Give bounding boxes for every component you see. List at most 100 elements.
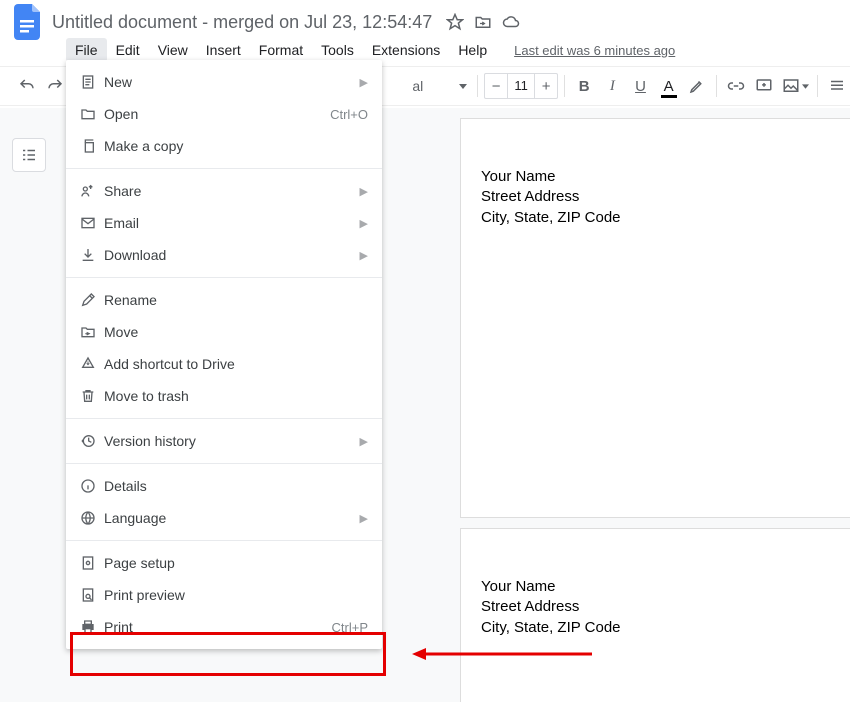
highlight-color-button[interactable] (684, 72, 710, 100)
menu-view[interactable]: View (149, 38, 197, 62)
add-comment-button[interactable] (751, 72, 777, 100)
info-icon (80, 478, 104, 494)
menu-item-shortcut: Ctrl+O (330, 107, 368, 122)
star-icon[interactable] (446, 13, 464, 31)
menu-item-language[interactable]: Language ▶ (66, 502, 382, 534)
menu-format[interactable]: Format (250, 38, 312, 62)
menu-item-label: Make a copy (104, 138, 368, 154)
bold-button[interactable]: B (571, 72, 597, 100)
drive-shortcut-icon (80, 356, 104, 372)
menu-item-label: Print (104, 619, 332, 635)
doc-line: Street Address (481, 187, 850, 207)
paragraph-style-dropdown[interactable]: al (404, 73, 471, 99)
doc-line: Your Name (481, 167, 850, 187)
menu-item-rename[interactable]: Rename (66, 284, 382, 316)
menu-separator (66, 540, 382, 541)
menu-item-share[interactable]: Share ▶ (66, 175, 382, 207)
print-icon (80, 619, 104, 635)
paragraph-style-label: al (412, 78, 423, 94)
menu-item-print[interactable]: Print Ctrl+P (66, 611, 382, 643)
cloud-status-icon[interactable] (502, 13, 520, 31)
menu-item-page-setup[interactable]: Page setup (66, 547, 382, 579)
menu-item-new[interactable]: New ▶ (66, 66, 382, 98)
document-title[interactable]: Untitled document - merged on Jul 23, 12… (52, 12, 432, 33)
menu-item-label: Email (104, 215, 360, 231)
font-size-decrease-button[interactable]: − (485, 78, 507, 95)
align-button[interactable] (824, 72, 850, 100)
menu-item-label: Open (104, 106, 330, 122)
file-dropdown-menu: New ▶ Open Ctrl+O Make a copy Share ▶ Em… (66, 60, 382, 649)
text-color-button[interactable]: A (656, 72, 682, 100)
menu-item-label: Details (104, 478, 368, 494)
menu-extensions[interactable]: Extensions (363, 38, 449, 62)
docs-logo-icon[interactable] (8, 2, 48, 42)
trash-icon (80, 388, 104, 404)
submenu-arrow-icon: ▶ (360, 217, 368, 230)
menu-item-label: Add shortcut to Drive (104, 356, 368, 372)
submenu-arrow-icon: ▶ (360, 512, 368, 525)
menu-item-label: Download (104, 247, 360, 263)
menu-item-add-shortcut[interactable]: Add shortcut to Drive (66, 348, 382, 380)
doc-line: City, State, ZIP Code (481, 208, 850, 228)
menu-item-label: Language (104, 510, 360, 526)
insert-image-button[interactable] (779, 72, 811, 100)
menu-item-download[interactable]: Download ▶ (66, 239, 382, 271)
menu-item-print-preview[interactable]: Print preview (66, 579, 382, 611)
toolbar-separator (817, 75, 818, 97)
undo-button[interactable] (14, 72, 40, 100)
share-icon (80, 183, 104, 199)
menu-item-open[interactable]: Open Ctrl+O (66, 98, 382, 130)
menu-item-version-history[interactable]: Version history ▶ (66, 425, 382, 457)
menu-separator (66, 463, 382, 464)
menu-separator (66, 168, 382, 169)
globe-icon (80, 510, 104, 526)
last-edit-link[interactable]: Last edit was 6 minutes ago (514, 43, 675, 58)
menu-insert[interactable]: Insert (197, 38, 250, 62)
menu-item-label: Move (104, 324, 368, 340)
toolbar-separator (564, 75, 565, 97)
email-icon (80, 215, 104, 231)
doc-line: Street Address (481, 597, 850, 617)
rename-icon (80, 292, 104, 308)
menu-item-label: New (104, 74, 360, 90)
new-document-icon (80, 74, 104, 90)
menu-item-details[interactable]: Details (66, 470, 382, 502)
move-folder-icon[interactable] (474, 13, 492, 31)
redo-button[interactable] (42, 72, 68, 100)
menu-item-label: Share (104, 183, 360, 199)
font-size-control: − 11 + (484, 73, 558, 99)
move-icon (80, 324, 104, 340)
menu-help[interactable]: Help (449, 38, 496, 62)
toolbar-separator (477, 75, 478, 97)
download-icon (80, 247, 104, 263)
submenu-arrow-icon: ▶ (360, 249, 368, 262)
submenu-arrow-icon: ▶ (360, 76, 368, 89)
menu-tools[interactable]: Tools (312, 38, 363, 62)
document-page[interactable]: Your Name Street Address City, State, ZI… (460, 528, 850, 702)
menu-item-label: Move to trash (104, 388, 368, 404)
document-page[interactable]: Your Name Street Address City, State, ZI… (460, 118, 850, 518)
italic-button[interactable]: I (599, 72, 625, 100)
menu-file[interactable]: File (66, 38, 107, 62)
menu-item-move[interactable]: Move (66, 316, 382, 348)
font-size-value[interactable]: 11 (507, 74, 535, 98)
history-icon (80, 433, 104, 449)
copy-icon (80, 138, 104, 154)
menu-item-email[interactable]: Email ▶ (66, 207, 382, 239)
underline-button[interactable]: U (627, 72, 653, 100)
doc-line: City, State, ZIP Code (481, 618, 850, 638)
print-preview-icon (80, 587, 104, 603)
submenu-arrow-icon: ▶ (360, 435, 368, 448)
menu-edit[interactable]: Edit (107, 38, 149, 62)
menu-item-move-trash[interactable]: Move to trash (66, 380, 382, 412)
page-setup-icon (80, 555, 104, 571)
menu-item-shortcut: Ctrl+P (332, 620, 368, 635)
font-size-increase-button[interactable]: + (535, 78, 557, 95)
menu-item-label: Rename (104, 292, 368, 308)
toolbar-separator (716, 75, 717, 97)
outline-toggle-button[interactable] (12, 138, 46, 172)
menu-item-make-copy[interactable]: Make a copy (66, 130, 382, 162)
insert-link-button[interactable] (723, 72, 749, 100)
menu-item-label: Page setup (104, 555, 368, 571)
submenu-arrow-icon: ▶ (360, 185, 368, 198)
